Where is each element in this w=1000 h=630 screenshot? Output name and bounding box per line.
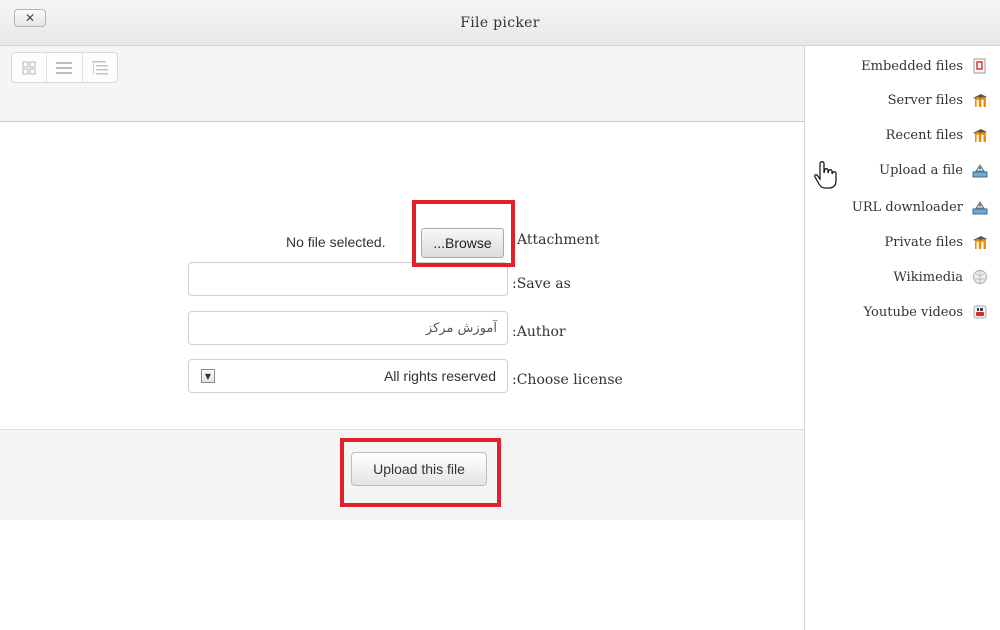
repo-item-upload-a-file[interactable]: Upload a file (879, 158, 988, 182)
dialog-title: File picker (460, 15, 540, 31)
hand-cursor-icon (814, 161, 837, 189)
repo-item-label: Private files (884, 234, 963, 250)
grid-icon (22, 61, 36, 74)
repo-item-label: Server files (887, 92, 963, 108)
wikimedia-icon (972, 269, 988, 285)
repo-item-label: Recent files (885, 127, 963, 143)
repo-item-url-downloader[interactable]: URL downloader (852, 195, 988, 219)
upload-icon (972, 162, 988, 178)
browse-button[interactable]: ...Browse (421, 228, 504, 258)
repo-item-wikimedia[interactable]: Wikimedia (893, 265, 988, 289)
moodle-icon (972, 234, 988, 250)
upload-this-file-button[interactable]: Upload this file (351, 452, 487, 486)
tree-view-button[interactable] (83, 53, 117, 82)
list-view-button[interactable] (47, 53, 83, 82)
repo-item-label: Embedded files (861, 58, 963, 74)
dialog-titlebar: ✕ File picker (0, 0, 1000, 46)
repo-item-label: Youtube videos (863, 304, 963, 320)
embedded-files-icon (972, 58, 988, 74)
moodle-icon (972, 127, 988, 143)
view-toggle-group (11, 52, 118, 83)
author-label: :Author (512, 324, 566, 340)
list-icon (56, 61, 73, 74)
repo-item-embedded-files[interactable]: Embedded files (861, 54, 988, 78)
repo-item-youtube-videos[interactable]: Youtube videos (864, 300, 988, 324)
moodle-icon (972, 92, 988, 108)
repo-item-server-files[interactable]: Server files (888, 88, 988, 112)
dropdown-arrow-icon: ▼ (201, 369, 215, 383)
repo-item-recent-files[interactable]: Recent files (886, 123, 988, 147)
youtube-icon (972, 304, 988, 320)
view-toolbar (0, 46, 804, 122)
upload-icon (972, 199, 988, 215)
license-label: :Choose license (512, 372, 623, 388)
repo-item-label: Wikimedia (893, 269, 963, 285)
icons-view-button[interactable] (12, 53, 48, 82)
repo-item-label: URL downloader (851, 199, 963, 215)
tree-icon (91, 60, 108, 74)
license-select[interactable]: ▼ All rights reserved (188, 359, 508, 393)
no-file-selected-text: No file selected. (286, 234, 386, 250)
attachment-label: Attachment (517, 232, 600, 248)
license-selected-value: All rights reserved (383, 368, 496, 384)
save-as-input[interactable] (188, 262, 508, 296)
author-input[interactable]: آموزش مرکز (188, 311, 508, 345)
repo-item-label: Upload a file (879, 162, 963, 178)
repo-item-private-files[interactable]: Private files (885, 230, 988, 254)
save-as-label: :Save as (512, 276, 571, 292)
